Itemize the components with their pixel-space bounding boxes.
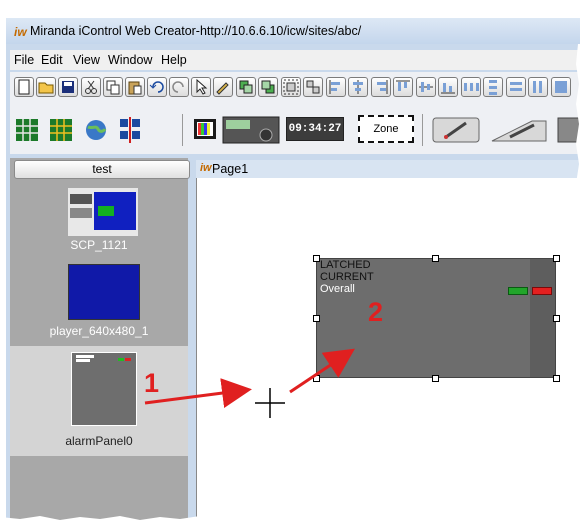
grid-widget-icon[interactable] [14, 113, 40, 147]
resize-handle-e[interactable] [553, 315, 560, 322]
alarm-line-overall: Overall [320, 283, 355, 295]
resize-handle-ne[interactable] [553, 255, 560, 262]
align-middle-icon[interactable] [416, 77, 436, 97]
app-logo-icon: iw [14, 25, 27, 39]
resize-handle-w[interactable] [313, 315, 320, 322]
align-left-icon[interactable] [326, 77, 346, 97]
menu-help[interactable]: Help [161, 53, 187, 67]
distribute-horizontal-icon[interactable] [461, 77, 481, 97]
page-title[interactable]: Page1 [212, 162, 248, 176]
angled-button-widget-icon[interactable] [490, 113, 548, 147]
copy-icon[interactable] [103, 77, 123, 97]
menu-file[interactable]: File [14, 53, 34, 67]
torn-edge-right [576, 44, 580, 523]
multi-grid-widget-icon[interactable] [48, 113, 74, 147]
alarm-fault-indicator [532, 287, 552, 295]
clock-widget[interactable]: 09:34:27 [286, 117, 344, 141]
menu-window[interactable]: Window [108, 53, 152, 67]
align-right-icon[interactable] [371, 77, 391, 97]
resize-handle-se[interactable] [553, 375, 560, 382]
new-file-icon[interactable] [14, 77, 34, 97]
torn-edge [0, 516, 580, 523]
menu-edit[interactable]: Edit [41, 53, 63, 67]
page-tab-bar [196, 160, 580, 178]
alarm-ok-indicator [508, 287, 528, 295]
step-number-2: 2 [368, 297, 384, 327]
step-number-1: 1 [144, 368, 160, 398]
menu-view[interactable]: View [73, 53, 100, 67]
layout-widget-icon[interactable] [118, 113, 142, 147]
resize-handle-sw[interactable] [313, 375, 320, 382]
open-folder-icon[interactable] [36, 77, 56, 97]
align-bottom-icon[interactable] [438, 77, 458, 97]
item-label-alarm-panel-0[interactable]: alarmPanel0 [10, 434, 188, 448]
toolbar-separator [422, 114, 423, 146]
bring-forward-icon[interactable] [236, 77, 256, 97]
align-top-icon[interactable] [393, 77, 413, 97]
pen-button-widget-icon[interactable] [432, 113, 480, 147]
item-label-scp-1121[interactable]: SCP_1121 [10, 238, 188, 252]
window-title: Miranda iControl Web Creator-http://10.6… [30, 24, 362, 38]
paste-icon[interactable] [125, 77, 145, 97]
group-icon[interactable] [281, 77, 301, 97]
send-backward-icon[interactable] [258, 77, 278, 97]
align-center-icon[interactable] [348, 77, 368, 97]
undo-icon[interactable] [147, 77, 167, 97]
toolbar-separator [182, 114, 183, 146]
distribute-vertical-icon[interactable] [483, 77, 503, 97]
same-height-icon[interactable] [528, 77, 548, 97]
resize-handle-n[interactable] [432, 255, 439, 262]
save-icon[interactable] [58, 77, 78, 97]
resize-handle-s[interactable] [432, 375, 439, 382]
monitor-widget-icon[interactable] [192, 113, 218, 147]
cut-icon[interactable] [81, 77, 101, 97]
player-640x480-thumbnail[interactable] [68, 264, 140, 320]
device-widget-icon[interactable] [222, 113, 280, 147]
group-test-button[interactable]: test [14, 160, 190, 179]
same-width-icon[interactable] [506, 77, 526, 97]
redo-icon[interactable] [169, 77, 189, 97]
same-size-icon[interactable] [551, 77, 571, 97]
alarm-line-latched: LATCHED [320, 259, 371, 271]
format-painter-icon[interactable] [213, 77, 233, 97]
resize-handle-nw[interactable] [313, 255, 320, 262]
scp-1121-thumbnail[interactable] [68, 188, 138, 236]
item-label-player-640x480-1[interactable]: player_640x480_1 [10, 324, 188, 338]
alarm-panel-scroll-strip [530, 259, 555, 377]
select-pointer-icon[interactable] [191, 77, 211, 97]
zone-widget[interactable]: Zone [358, 115, 414, 143]
ungroup-icon[interactable] [303, 77, 323, 97]
alarm-line-current: CURRENT [320, 271, 374, 283]
page-icon: iw [200, 162, 212, 174]
globe-widget-icon[interactable] [82, 113, 110, 147]
alarm-panel-thumbnail[interactable] [71, 352, 137, 426]
